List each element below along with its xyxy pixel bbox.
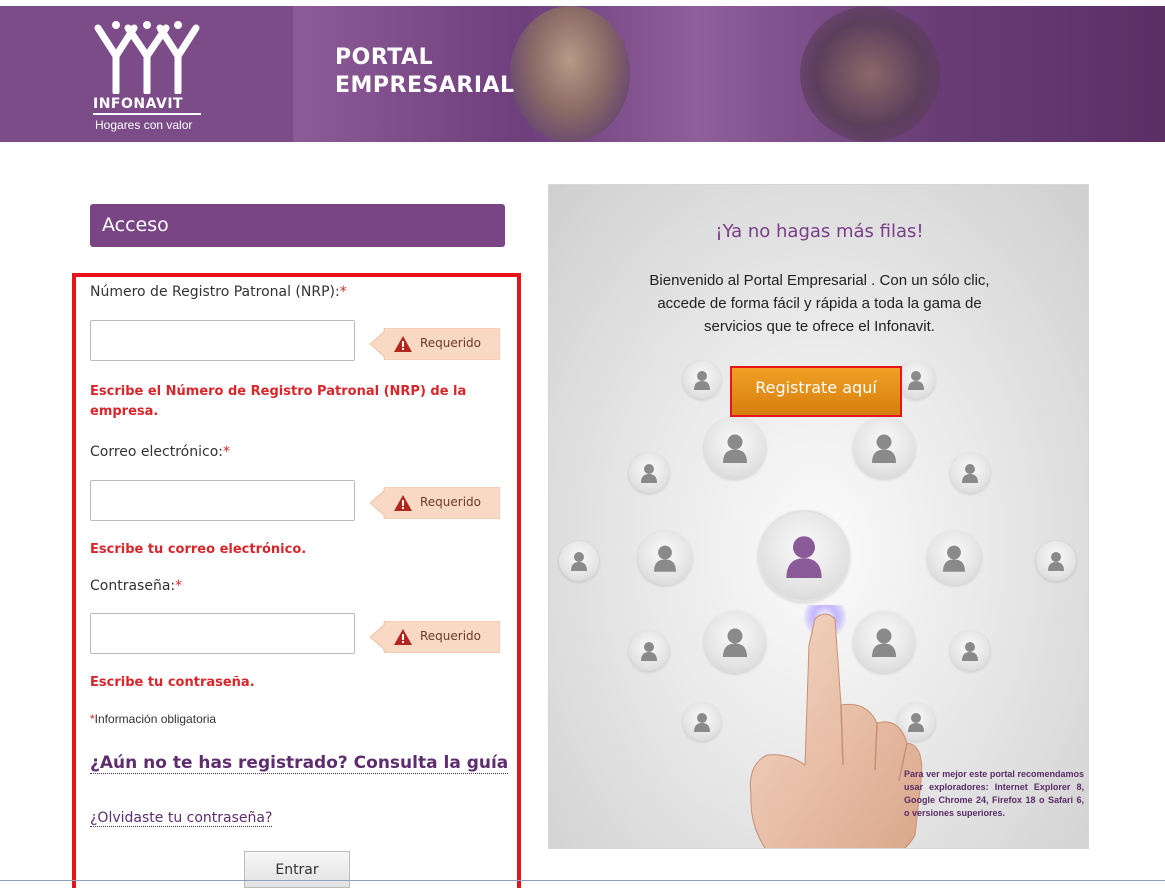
nrp-label: Número de Registro Patronal (NRP):* (90, 284, 347, 300)
warning-icon (394, 336, 412, 352)
email-error: Escribe tu correo electrónico. (90, 542, 307, 557)
nrp-error: Escribe el Número de Registro Patronal (… (90, 384, 467, 419)
user-avatar-icon (950, 453, 990, 493)
logo[interactable]: INFONAVIT Hogares con valor (0, 6, 293, 142)
registration-guide-link[interactable]: ¿Aún no te has registrado? Consulta la g… (90, 753, 509, 774)
required-asterisk: * (339, 284, 347, 300)
user-avatar-icon (1036, 541, 1076, 581)
user-avatar-icon (927, 531, 981, 585)
password-label: Contraseña:* (90, 578, 183, 594)
banner-photo-worker (800, 6, 940, 142)
email-label: Correo electrónico:* (90, 444, 230, 460)
warning-icon (394, 629, 412, 645)
password-input[interactable] (90, 613, 355, 654)
promo-body-line: accede de forma fácil y rápida a toda la… (657, 295, 982, 312)
user-avatar-icon (704, 417, 766, 479)
login-section-title: Acceso (102, 214, 169, 236)
brand-name: INFONAVIT (93, 96, 201, 115)
user-avatar-icon (629, 453, 669, 493)
user-avatar-icon (950, 631, 990, 671)
required-info-note: *Información obligatoria (90, 712, 217, 726)
header-banner: INFONAVIT Hogares con valor PORTAL EMPRE… (0, 6, 1165, 142)
email-input[interactable] (90, 480, 355, 521)
tooltip-text: Requerido (420, 336, 482, 350)
promo-body: Bienvenido al Portal Empresarial . Con u… (579, 269, 1060, 338)
user-avatar-icon (853, 417, 915, 479)
infonavit-logo-icon (94, 21, 200, 94)
user-avatar-icon (629, 631, 669, 671)
password-error: Escribe tu contraseña. (90, 675, 255, 690)
user-avatar-icon (683, 703, 721, 741)
pointing-hand-image (749, 605, 923, 848)
portal-title: PORTAL EMPRESARIAL (335, 44, 515, 100)
promo-headline: ¡Ya no hagas más filas! (715, 221, 924, 242)
browser-recommendation: Para ver mejor este portal recomendamos … (904, 769, 1084, 818)
password-required-tooltip: Requerido (370, 621, 500, 653)
promo-body-line: Bienvenido al Portal Empresarial . Con u… (649, 272, 990, 289)
user-avatar-icon (897, 361, 935, 399)
submit-button[interactable]: Entrar (244, 851, 350, 888)
portal-title-line1: PORTAL (335, 45, 434, 70)
user-avatar-selected-icon (758, 510, 850, 602)
promo-panel: ¡Ya no hagas más filas! Bienvenido al Po… (548, 184, 1089, 849)
brand-tagline: Hogares con valor (95, 118, 193, 132)
nrp-required-tooltip: Requerido (370, 328, 500, 360)
user-avatar-icon (683, 361, 721, 399)
portal-title-line2: EMPRESARIAL (335, 73, 515, 98)
bottom-divider (0, 880, 1165, 881)
forgot-password-link[interactable]: ¿Olvidaste tu contraseña? (90, 810, 273, 827)
login-section-header: Acceso (90, 204, 505, 247)
register-button[interactable]: Registrate aquí (732, 368, 900, 415)
required-asterisk: * (175, 578, 183, 594)
user-avatar-icon (559, 541, 599, 581)
banner-photo-person (510, 6, 630, 142)
tooltip-text: Requerido (420, 629, 482, 643)
warning-icon (394, 495, 412, 511)
promo-body-line: servicios que te ofrece el Infonavit. (704, 318, 935, 335)
user-avatar-icon (638, 531, 692, 585)
email-required-tooltip: Requerido (370, 487, 500, 519)
tooltip-text: Requerido (420, 495, 482, 509)
nrp-input[interactable] (90, 320, 355, 361)
required-asterisk: * (223, 444, 230, 460)
